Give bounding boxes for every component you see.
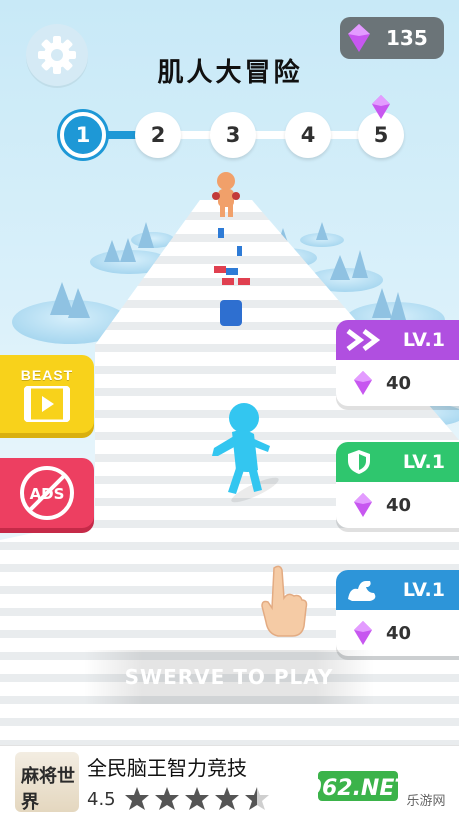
game-title: 肌人大冒险 xyxy=(157,58,303,88)
level-link xyxy=(254,131,288,139)
upgrade-level: LV.1 xyxy=(402,329,445,351)
site-watermark-logo: 962.NET 乐游网 xyxy=(307,769,452,809)
star-rating xyxy=(124,787,269,810)
site-brand: 962.NET xyxy=(318,776,411,801)
pointing-hand-icon xyxy=(258,564,310,645)
half-star-icon xyxy=(244,787,269,810)
gem-count: 135 xyxy=(386,26,428,50)
beast-label: BEAST xyxy=(20,366,74,383)
level-link xyxy=(178,131,212,139)
gem-icon xyxy=(372,95,390,119)
level-link xyxy=(102,131,136,139)
star-icon xyxy=(184,787,209,810)
level-node-4: 4 xyxy=(285,112,331,158)
shield-icon xyxy=(348,450,370,474)
flexed-arm-icon xyxy=(348,581,376,601)
upgrade-shield-button[interactable]: LV.1 40 xyxy=(336,442,459,528)
upgrade-speed-button[interactable]: LV.1 40 xyxy=(336,320,459,406)
swerve-text: SWERVE TO PLAY xyxy=(124,665,334,689)
upgrade-cost: 40 xyxy=(386,622,412,644)
no-ads-button[interactable]: ADS xyxy=(0,458,94,528)
star-icon xyxy=(154,787,179,810)
ad-title[interactable]: 全民脑王智力竞技 xyxy=(87,752,247,781)
beast-video-button[interactable]: BEAST xyxy=(0,355,94,433)
gem-icon xyxy=(354,371,372,395)
gem-icon xyxy=(348,24,370,52)
level-link xyxy=(328,131,362,139)
level-node-3: 3 xyxy=(210,112,256,158)
speed-arrows-icon xyxy=(346,329,381,351)
ad-app-icon[interactable]: 麻将世界 xyxy=(15,752,79,812)
level-progress: 1 2 3 4 5 xyxy=(60,95,410,160)
ad-rating: 4.5 xyxy=(87,786,274,812)
level-node-2: 2 xyxy=(135,112,181,158)
star-icon xyxy=(214,787,239,810)
settings-button[interactable] xyxy=(26,24,88,86)
ad-icon-text: 麻将世界 xyxy=(21,766,75,812)
swerve-prompt: SWERVE TO PLAY xyxy=(84,650,374,704)
level-node-1: 1 xyxy=(60,112,106,158)
no-ads-icon: ADS xyxy=(20,466,74,520)
gem-icon xyxy=(354,621,372,645)
ads-label: ADS xyxy=(30,485,65,503)
site-brand-sub: 乐游网 xyxy=(406,794,445,809)
upgrade-cost: 40 xyxy=(386,494,412,516)
upgrade-power-button[interactable]: LV.1 40 xyxy=(336,570,459,656)
ad-rating-value: 4.5 xyxy=(87,788,116,810)
upgrade-cost: 40 xyxy=(386,372,412,394)
gem-icon xyxy=(354,493,372,517)
gem-counter: 135 xyxy=(340,17,444,59)
video-play-icon xyxy=(24,385,70,422)
upgrade-level: LV.1 xyxy=(402,451,445,473)
gear-icon xyxy=(38,36,76,74)
star-icon xyxy=(124,787,149,810)
upgrade-level: LV.1 xyxy=(402,579,445,601)
